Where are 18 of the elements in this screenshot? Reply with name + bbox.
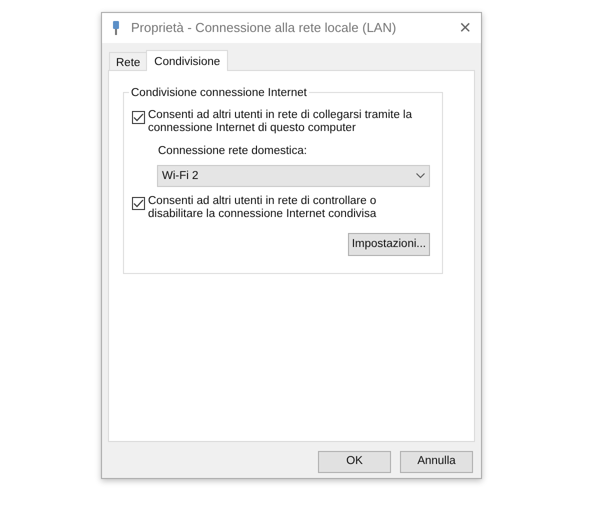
close-button[interactable]: × (459, 18, 471, 38)
window-title: Proprietà - Connessione alla rete locale (LAN) (131, 19, 398, 38)
settings-button[interactable]: Impostazioni... (348, 233, 430, 256)
tab[interactable]: Rete (109, 52, 146, 70)
checkbox-label: Consenti ad altri utenti in rete di collegarsi tramite la connessione Internet di questo computer (148, 109, 413, 135)
checkbox[interactable] (132, 197, 145, 210)
chevron-down-icon (416, 173, 425, 180)
network-plug-icon (111, 20, 121, 36)
dialog-button[interactable]: Annulla (400, 451, 473, 473)
dropdown[interactable]: Wi-Fi 2 (157, 165, 430, 188)
tab[interactable]: Condivisione (146, 50, 228, 71)
dropdown-value: Wi-Fi 2 (162, 168, 198, 184)
checkbox[interactable] (132, 111, 145, 124)
checkmark-icon (133, 199, 144, 208)
checkbox-label: Consenti ad altri utenti in rete di controllare o disabilitare la connessione Internet condivisa (148, 195, 378, 222)
dialog-button[interactable]: OK (318, 451, 391, 473)
field-label: Connessione rete domestica: (158, 144, 308, 159)
checkmark-icon (133, 113, 144, 122)
